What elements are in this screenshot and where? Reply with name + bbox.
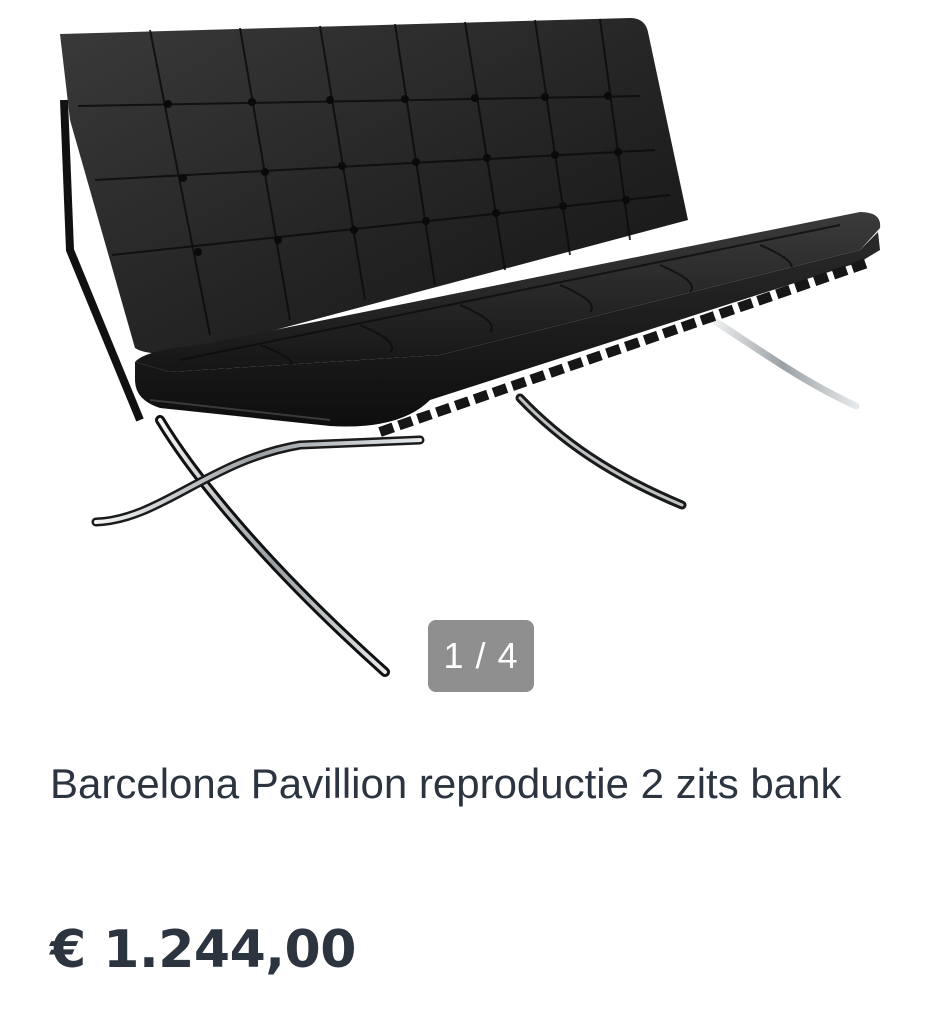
product-image-gallery[interactable]: 1 / 4 (0, 0, 928, 720)
sofa-image[interactable] (0, 0, 928, 720)
product-title: Barcelona Pavillion reproductie 2 zits b… (50, 760, 842, 807)
product-price: € 1.244,00 (50, 920, 356, 980)
image-counter-badge: 1 / 4 (428, 620, 534, 692)
